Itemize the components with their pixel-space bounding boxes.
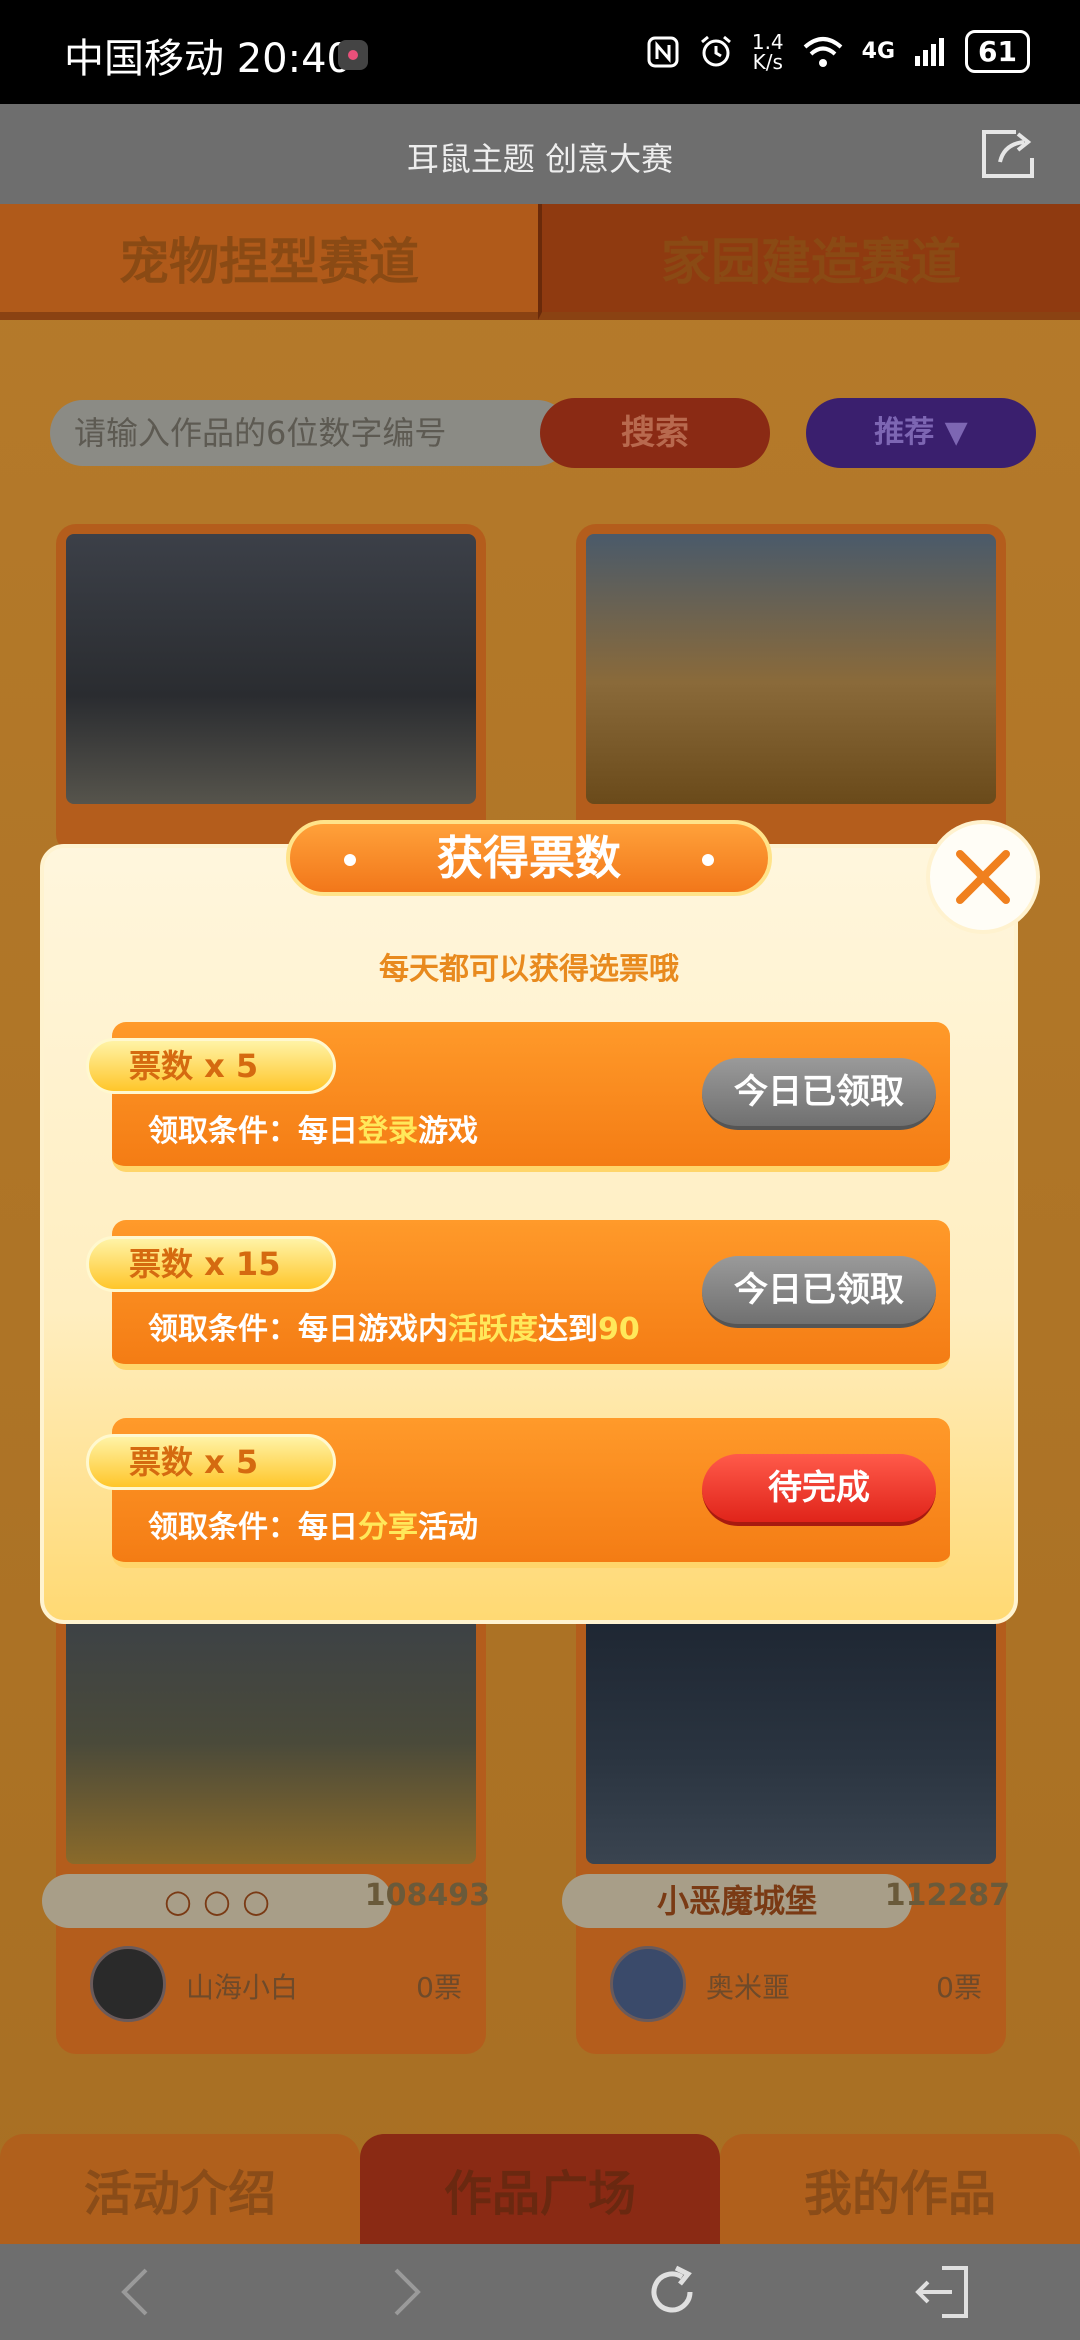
tab-activity-intro[interactable]: 活动介绍 bbox=[0, 2134, 360, 2244]
tab-home-track[interactable]: 家园建造赛道 bbox=[538, 204, 1080, 320]
title-dot-right bbox=[702, 854, 714, 866]
work-thumbnail bbox=[586, 534, 996, 804]
network-speed-unit: K/s bbox=[752, 49, 783, 74]
tab-works-plaza[interactable]: 作品广场 bbox=[360, 2134, 720, 2244]
forward-icon[interactable] bbox=[376, 2262, 436, 2322]
work-card[interactable] bbox=[56, 524, 486, 854]
condition-value: 90 bbox=[598, 1312, 640, 1347]
refresh-icon[interactable] bbox=[642, 2262, 702, 2322]
browser-nav-bar bbox=[0, 2244, 1080, 2340]
task-login: 票数 x 5 领取条件：每日登录游戏 今日已领取 bbox=[86, 1022, 950, 1172]
status-bar: 中国移动 20:40 1.4 K/s 4G 61 bbox=[0, 0, 1080, 104]
modal-subtitle: 每天都可以获得选票哦 bbox=[379, 952, 679, 987]
search-button[interactable]: 搜索 bbox=[540, 398, 770, 468]
condition-text: 活动 bbox=[418, 1510, 478, 1545]
work-title: 小恶魔城堡 bbox=[562, 1874, 912, 1928]
network-speed: 1.4 K/s bbox=[752, 32, 784, 72]
tab-my-works[interactable]: 我的作品 bbox=[720, 2134, 1080, 2244]
condition-text: 领取条件：每日 bbox=[148, 1114, 358, 1149]
work-thumbnail bbox=[66, 534, 476, 804]
search-row: 请输入作品的6位数字编号 搜索 推荐 ▼ bbox=[50, 394, 1040, 474]
reward-pill: 票数 x 5 bbox=[86, 1038, 336, 1094]
carrier-label: 中国移动 bbox=[64, 36, 224, 82]
signal-icon bbox=[915, 37, 945, 66]
work-card[interactable]: ○ ○ ○ 108493 山海小白 0票 bbox=[42, 1574, 490, 2054]
tab-pet-track[interactable]: 宠物捏型赛道 bbox=[0, 204, 538, 320]
title-bar: 耳鼠主题 创意大赛 bbox=[0, 104, 1080, 204]
condition-text: 达到 bbox=[538, 1312, 598, 1347]
task-activity: 票数 x 15 领取条件：每日游戏内活跃度达到90 今日已领取 bbox=[86, 1220, 950, 1370]
claimed-button[interactable]: 今日已领取 bbox=[702, 1256, 936, 1328]
pending-button[interactable]: 待完成 bbox=[702, 1454, 936, 1526]
status-icons: 1.4 K/s 4G 61 bbox=[646, 30, 1030, 73]
bottom-tabs: 活动介绍 作品广场 我的作品 bbox=[0, 2134, 1080, 2244]
network-type: 4G bbox=[861, 39, 896, 64]
clock: 20:40 bbox=[236, 36, 352, 82]
back-icon[interactable] bbox=[106, 2262, 166, 2322]
condition-highlight: 分享 bbox=[358, 1510, 418, 1545]
work-thumbnail bbox=[66, 1594, 476, 1864]
work-thumbnail bbox=[586, 1594, 996, 1864]
avatar bbox=[90, 1946, 166, 2022]
claimed-button[interactable]: 今日已领取 bbox=[702, 1058, 936, 1130]
share-icon[interactable] bbox=[980, 128, 1036, 180]
task-condition: 领取条件：每日登录游戏 bbox=[148, 1106, 478, 1150]
work-card[interactable] bbox=[576, 524, 1006, 854]
condition-text: 领取条件：每日游戏内 bbox=[148, 1312, 448, 1347]
work-card[interactable]: 小恶魔城堡 112287 奥米噩 0票 bbox=[562, 1574, 1010, 2054]
sort-dropdown[interactable]: 推荐 ▼ bbox=[806, 398, 1036, 468]
status-carrier-time: 中国移动 20:40 bbox=[64, 26, 352, 84]
wifi-icon bbox=[803, 36, 842, 67]
condition-text: 游戏 bbox=[418, 1114, 478, 1149]
alarm-icon bbox=[700, 35, 731, 66]
task-condition: 领取条件：每日游戏内活跃度达到90 bbox=[148, 1304, 640, 1348]
exit-icon[interactable] bbox=[912, 2262, 972, 2322]
reward-pill: 票数 x 5 bbox=[86, 1434, 336, 1490]
work-id: 108493 bbox=[364, 1878, 490, 1913]
reward-pill: 票数 x 15 bbox=[86, 1236, 336, 1292]
title-dot-left bbox=[344, 854, 356, 866]
condition-text: 领取条件：每日 bbox=[148, 1510, 358, 1545]
track-tabs: 宠物捏型赛道 家园建造赛道 bbox=[0, 204, 1080, 320]
modal-title-text: 获得票数 bbox=[437, 831, 621, 885]
author-name: 奥米噩 bbox=[706, 1971, 791, 2004]
search-input[interactable]: 请输入作品的6位数字编号 bbox=[50, 400, 570, 466]
close-button[interactable] bbox=[926, 820, 1040, 934]
work-id: 112287 bbox=[884, 1878, 1010, 1913]
task-condition: 领取条件：每日分享活动 bbox=[148, 1502, 478, 1546]
battery-indicator: 61 bbox=[965, 30, 1030, 73]
vote-count: 0票 bbox=[936, 1971, 982, 2004]
nfc-icon bbox=[647, 36, 679, 67]
task-share: 票数 x 5 领取条件：每日分享活动 待完成 bbox=[86, 1418, 950, 1568]
condition-highlight: 活跃度 bbox=[448, 1312, 538, 1347]
avatar bbox=[610, 1946, 686, 2022]
work-title: ○ ○ ○ bbox=[42, 1874, 392, 1928]
modal-title: 获得票数 bbox=[286, 820, 772, 896]
condition-highlight: 登录 bbox=[358, 1114, 418, 1149]
close-icon bbox=[956, 850, 1010, 904]
screen-record-icon bbox=[338, 40, 368, 70]
page-title: 耳鼠主题 创意大赛 bbox=[406, 140, 674, 178]
vote-count: 0票 bbox=[416, 1971, 462, 2004]
author-name: 山海小白 bbox=[186, 1971, 299, 2004]
